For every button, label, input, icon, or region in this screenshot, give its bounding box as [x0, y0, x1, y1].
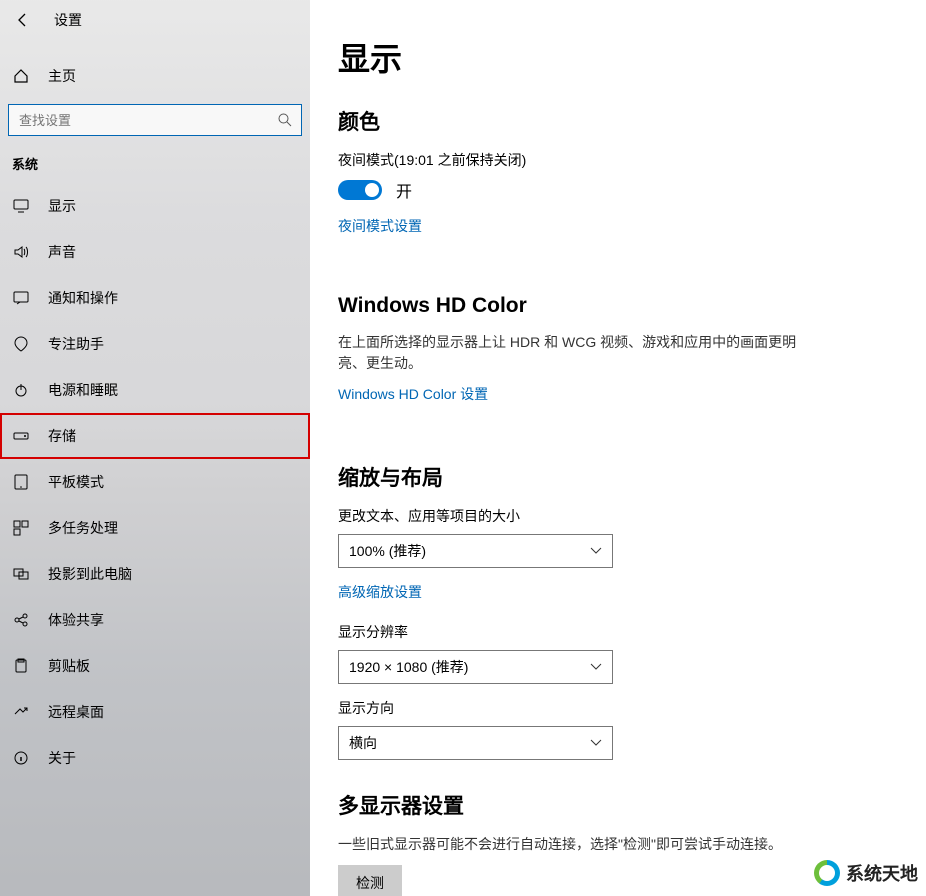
- hd-settings-link[interactable]: Windows HD Color 设置: [338, 384, 488, 404]
- search-wrap: [8, 104, 302, 136]
- hd-heading: Windows HD Color: [338, 294, 926, 318]
- night-mode-toggle[interactable]: [338, 180, 382, 200]
- text-size-select[interactable]: 100% (推荐): [338, 534, 613, 568]
- sidebar-item-9[interactable]: 体验共享: [0, 597, 310, 643]
- watermark-icon: [814, 860, 840, 886]
- home-button[interactable]: 主页: [0, 54, 310, 98]
- remote-icon: [12, 703, 30, 721]
- sidebar-item-label: 远程桌面: [48, 702, 104, 722]
- scale-heading: 缩放与布局: [338, 462, 926, 492]
- color-heading: 颜色: [338, 106, 926, 136]
- night-mode-settings-link[interactable]: 夜间模式设置: [338, 216, 422, 236]
- text-size-value: 100% (推荐): [349, 541, 426, 561]
- sidebar-item-label: 多任务处理: [48, 518, 118, 538]
- watermark-text: 系统天地: [846, 860, 918, 886]
- sidebar-list: 显示声音通知和操作专注助手电源和睡眠存储平板模式多任务处理投影到此电脑体验共享剪…: [0, 183, 310, 781]
- resolution-value: 1920 × 1080 (推荐): [349, 657, 468, 677]
- sidebar-item-6[interactable]: 平板模式: [0, 459, 310, 505]
- section-scale: 缩放与布局 更改文本、应用等项目的大小 100% (推荐) 高级缩放设置 显示分…: [338, 462, 926, 760]
- section-title: 系统: [0, 136, 310, 183]
- back-icon[interactable]: [14, 11, 32, 29]
- orientation-label: 显示方向: [338, 698, 926, 718]
- power-icon: [12, 381, 30, 399]
- sidebar-item-label: 电源和睡眠: [48, 380, 118, 400]
- orientation-select[interactable]: 横向: [338, 726, 613, 760]
- sidebar-item-label: 关于: [48, 748, 76, 768]
- sidebar-item-2[interactable]: 通知和操作: [0, 275, 310, 321]
- resolution-select[interactable]: 1920 × 1080 (推荐): [338, 650, 613, 684]
- chevron-down-icon: [590, 737, 602, 749]
- sidebar-item-label: 通知和操作: [48, 288, 118, 308]
- sidebar-item-12[interactable]: 关于: [0, 735, 310, 781]
- sidebar-item-5[interactable]: 存储: [0, 413, 310, 459]
- watermark: 系统天地: [814, 860, 918, 886]
- app-title: 设置: [54, 10, 82, 30]
- tablet-icon: [12, 473, 30, 491]
- section-hdcolor: Windows HD Color 在上面所选择的显示器上让 HDR 和 WCG …: [338, 294, 926, 432]
- chevron-down-icon: [590, 661, 602, 673]
- sound-icon: [12, 243, 30, 261]
- sidebar-item-0[interactable]: 显示: [0, 183, 310, 229]
- clipboard-icon: [12, 657, 30, 675]
- sidebar-item-11[interactable]: 远程桌面: [0, 689, 310, 735]
- sidebar-item-1[interactable]: 声音: [0, 229, 310, 275]
- page-title: 显示: [338, 34, 926, 80]
- sidebar-item-8[interactable]: 投影到此电脑: [0, 551, 310, 597]
- sidebar-item-label: 专注助手: [48, 334, 104, 354]
- detect-button[interactable]: 检测: [338, 865, 402, 896]
- notification-icon: [12, 289, 30, 307]
- share-icon: [12, 611, 30, 629]
- home-label: 主页: [48, 66, 76, 86]
- sidebar-item-label: 体验共享: [48, 610, 104, 630]
- resolution-label: 显示分辨率: [338, 622, 926, 642]
- sidebar-item-label: 存储: [48, 426, 76, 446]
- section-color: 颜色 夜间模式(19:01 之前保持关闭) 开 夜间模式设置: [338, 106, 926, 264]
- about-icon: [12, 749, 30, 767]
- window-header: 设置: [0, 0, 310, 40]
- home-icon: [12, 67, 30, 85]
- multi-desc: 一些旧式显示器可能不会进行自动连接，选择"检测"即可尝试手动连接。: [338, 834, 898, 855]
- sidebar-item-10[interactable]: 剪贴板: [0, 643, 310, 689]
- sidebar: 设置 主页 系统 显示声音通知和操作专注助手电源和睡眠存储平板模式多任务处理投影…: [0, 0, 310, 896]
- night-mode-label: 夜间模式(19:01 之前保持关闭): [338, 150, 926, 170]
- multi-heading: 多显示器设置: [338, 790, 926, 820]
- toggle-state-label: 开: [396, 178, 412, 202]
- sidebar-item-7[interactable]: 多任务处理: [0, 505, 310, 551]
- size-label: 更改文本、应用等项目的大小: [338, 506, 926, 526]
- multitask-icon: [12, 519, 30, 537]
- project-icon: [12, 565, 30, 583]
- sidebar-item-label: 显示: [48, 196, 76, 216]
- chevron-down-icon: [590, 545, 602, 557]
- focus-icon: [12, 335, 30, 353]
- hd-desc: 在上面所选择的显示器上让 HDR 和 WCG 视频、游戏和应用中的画面更明亮、更…: [338, 332, 798, 374]
- storage-icon: [12, 427, 30, 445]
- display-icon: [12, 197, 30, 215]
- sidebar-item-label: 声音: [48, 242, 76, 262]
- sidebar-item-label: 平板模式: [48, 472, 104, 492]
- search-input[interactable]: [8, 104, 302, 136]
- advanced-scale-link[interactable]: 高级缩放设置: [338, 582, 422, 602]
- sidebar-item-label: 投影到此电脑: [48, 564, 132, 584]
- sidebar-item-label: 剪贴板: [48, 656, 90, 676]
- orientation-value: 横向: [349, 733, 377, 753]
- search-icon: [276, 111, 294, 129]
- sidebar-item-3[interactable]: 专注助手: [0, 321, 310, 367]
- main-content: 显示 颜色 夜间模式(19:01 之前保持关闭) 开 夜间模式设置 Window…: [310, 0, 926, 896]
- sidebar-item-4[interactable]: 电源和睡眠: [0, 367, 310, 413]
